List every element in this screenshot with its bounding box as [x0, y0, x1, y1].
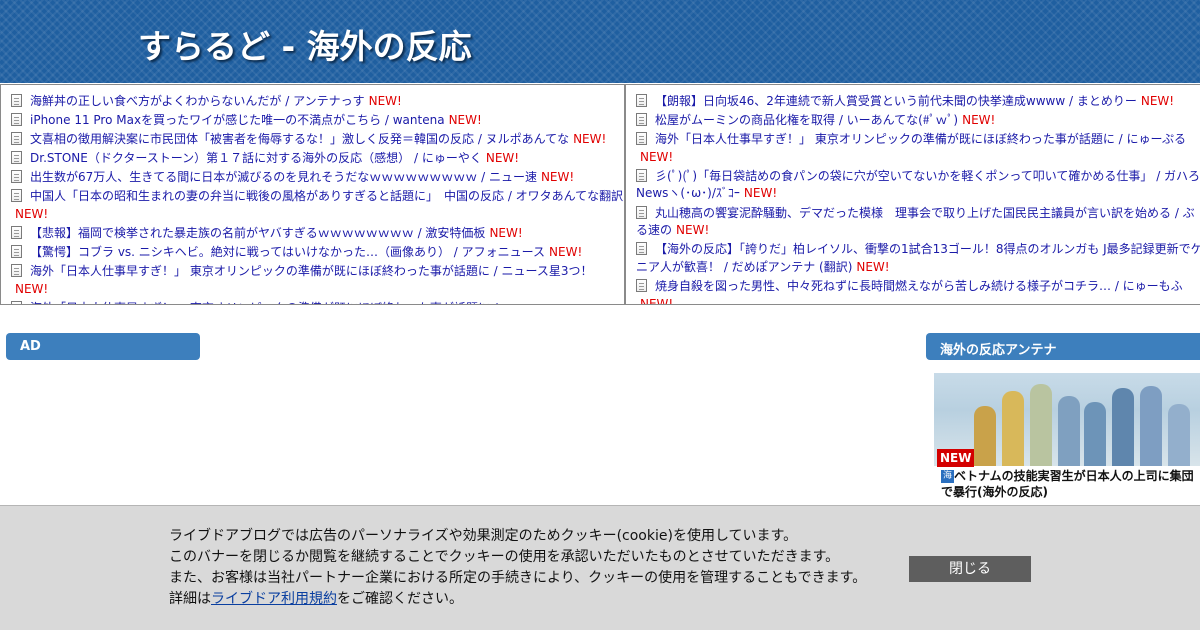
feed-item[interactable]: 海外「日本人仕事早すぎ！」 東京オリンピックの準備が既にほぼ終わった事が話題に …	[11, 263, 624, 298]
document-icon	[11, 226, 22, 240]
new-label: NEW!	[540, 170, 575, 185]
cookie-line-2: このバナーを閉じるか閲覧を継続することでクッキーの使用を承認いただいたものとさせ…	[169, 549, 840, 565]
cookie-banner: ライブドアブログでは広告のパーソナライズや効果測定のためクッキー(cookie)…	[0, 505, 1200, 630]
document-icon	[11, 264, 22, 278]
feed-item-title[interactable]: 海鮮丼の正しい食べ方がよくわからないんだが / アンテナっす	[30, 94, 365, 108]
feed-item[interactable]: 焼身自殺を図った男性、中々死ねずに長時間燃えながら苦しみ続ける様子がコチラ… /…	[636, 278, 1200, 305]
new-label: NEW!	[573, 132, 607, 147]
feed-item[interactable]: iPhone 11 Pro Maxを買ったワイが感じた唯一の不満点がこちら / …	[11, 112, 624, 130]
site-header: すらるど - 海外の反応	[0, 0, 1200, 83]
feed-item-title[interactable]: Dr.STONE（ドクターストーン）第１７話に対する海外の反応（感想） / にゅ…	[30, 151, 482, 165]
document-icon	[11, 170, 22, 184]
feed-item-title[interactable]: 焼身自殺を図った男性、中々死ねずに長時間燃えながら苦しみ続ける様子がコチラ… /…	[655, 279, 1183, 293]
new-label: NEW!	[485, 151, 520, 166]
document-icon	[636, 242, 647, 256]
document-icon	[11, 94, 22, 107]
feed-item[interactable]: 丸山穂高の饗宴泥酔騒動、デマだった模様 理事会で取り上げた国民民主議員が言い訳を…	[636, 205, 1200, 240]
document-icon	[11, 189, 22, 203]
new-label: NEW!	[15, 281, 49, 296]
new-label: NEW!	[856, 259, 890, 274]
new-badge: NEW	[937, 449, 975, 467]
new-label: NEW!	[640, 296, 674, 305]
feed-list-left: 海鮮丼の正しい食べ方がよくわからないんだが / アンテナっす NEW! iPhone…	[11, 93, 624, 304]
document-icon	[11, 301, 22, 304]
feed-item[interactable]: 松屋がムーミンの商品化権を取得 / いーあんてな(#ﾟｗﾟ) NEW!	[636, 112, 1200, 130]
new-label: NEW!	[640, 149, 674, 164]
feed-item[interactable]: 【海外の反応】「誇りだ」柏レイソル、衝撃の1試合13ゴール！8得点のオルンガも …	[636, 241, 1200, 276]
feed-item[interactable]: 出生数が67万人、生きてる間に日本が滅びるのを見れそうだなｗｗｗｗｗｗｗｗｗ /…	[11, 169, 624, 187]
feed-list-right: 【朗報】日向坂46、2年連続で新人賞受賞という前代未聞の快挙達成wwww / ま…	[636, 93, 1200, 305]
new-label: NEW!	[676, 223, 710, 238]
new-label: NEW!	[15, 207, 49, 222]
feed-panel-left: 海鮮丼の正しい食べ方がよくわからないんだが / アンテナっす NEW! iPhone…	[0, 84, 625, 305]
cookie-detail-prefix: 詳細は	[169, 591, 211, 607]
feed-panel-right: 【朗報】日向坂46、2年連続で新人賞受賞という前代未聞の快挙達成wwww / ま…	[625, 84, 1200, 305]
feed-item-title[interactable]: 海外「日本人仕事早すぎ！」 東京オリンピックの準備が既にほぼ終わった事が話題に …	[655, 132, 1186, 146]
new-label: NEW!	[743, 186, 778, 201]
feed-item-title[interactable]: 【朗報】日向坂46、2年連続で新人賞受賞という前代未聞の快挙達成wwww / ま…	[655, 94, 1137, 108]
feed-item-title[interactable]: 【海外の反応】「誇りだ」柏レイソル、衝撃の1試合13ゴール！8得点のオルンガも …	[636, 242, 1200, 274]
feed-item[interactable]: 【驚愕】コブラ vs. ニシキヘビ。絶対に戦ってはいけなかった…（画像あり） /…	[11, 244, 624, 262]
feed-item[interactable]: 海外「日本人仕事早すぎ！」 東京オリンピックの準備が既にほぼ終わった事が話題に …	[636, 131, 1200, 166]
document-icon	[11, 132, 22, 146]
feed-item[interactable]: 彡(ﾟ)(ﾟ)「毎日袋詰めの食パンの袋に穴が空いてないかを軽くポンって叩いて確か…	[636, 168, 1200, 203]
sidebar-article-title[interactable]: ベトナムの技能実習生が日本人の上司に集団で暴行(海外の反応)	[941, 468, 1200, 500]
feed-item-title[interactable]: 文喜相の徴用解決案に市民団体「被害者を侮辱するな！」激しく反発＝韓国の反応 / …	[30, 132, 569, 146]
cookie-line-3: また、お客様は当社パートナー企業における所定の手続きにより、クッキーの使用を管理…	[169, 570, 867, 586]
new-label: NEW!	[962, 113, 996, 128]
feed-item-title[interactable]: 彡(ﾟ)(ﾟ)「毎日袋詰めの食パンの袋に穴が空いてないかを軽くポンって叩いて確か…	[636, 169, 1200, 201]
feed-item[interactable]: 【朗報】日向坂46、2年連続で新人賞受賞という前代未聞の快挙達成wwww / ま…	[636, 93, 1200, 111]
new-label: NEW!	[368, 94, 402, 108]
feed-item-title[interactable]: 【悲報】福岡で検挙された暴走族の名前がヤバすぎるｗｗｗｗｗｗｗｗ / 激安特価板	[30, 226, 485, 240]
feed-item-title[interactable]: iPhone 11 Pro Maxを買ったワイが感じた唯一の不満点がこちら / …	[30, 113, 445, 127]
document-icon	[636, 205, 647, 219]
site-icon: 海	[941, 470, 954, 483]
close-button[interactable]: 閉じる	[909, 556, 1031, 582]
document-icon	[636, 94, 647, 107]
antenna-header: 海外の反応アンテナ	[926, 333, 1200, 360]
feed-item[interactable]: Dr.STONE（ドクターストーン）第１７話に対する海外の反応（感想） / にゅ…	[11, 150, 624, 168]
site-title[interactable]: すらるど - 海外の反応	[138, 20, 472, 68]
cookie-text: ライブドアブログでは広告のパーソナライズや効果測定のためクッキー(cookie)…	[169, 526, 866, 610]
feed-item[interactable]: 海鮮丼の正しい食べ方がよくわからないんだが / アンテナっす NEW!	[11, 93, 624, 111]
feed-item-title[interactable]: 【驚愕】コブラ vs. ニシキヘビ。絶対に戦ってはいけなかった…（画像あり） /…	[30, 245, 545, 259]
feed-item[interactable]: 海外「日本人仕事早すぎ！」 東京オリンピックの準備が既にほぼ終わった事が話題に …	[11, 300, 624, 304]
cookie-line-1: ライブドアブログでは広告のパーソナライズや効果測定のためクッキー(cookie)…	[169, 528, 798, 544]
terms-link[interactable]: ライブドア利用規約	[211, 591, 337, 607]
feed-item-title[interactable]: 中国人「日本の昭和生まれの妻の弁当に戦後の風格がありすぎると話題に」 中国の反応…	[30, 189, 623, 203]
ad-header: AD	[6, 333, 200, 360]
cookie-line-4: 詳細はライブドア利用規約をご確認ください。	[169, 589, 866, 610]
document-icon	[11, 151, 22, 165]
document-icon	[636, 278, 647, 292]
new-label: NEW!	[549, 245, 583, 260]
feed-item-title[interactable]: 松屋がムーミンの商品化権を取得 / いーあんてな(#ﾟｗﾟ)	[655, 113, 958, 127]
new-label: NEW!	[1140, 94, 1175, 108]
new-label: NEW!	[448, 113, 482, 128]
feed-item-title[interactable]: 出生数が67万人、生きてる間に日本が滅びるのを見れそうだなｗｗｗｗｗｗｗｗｗ /…	[30, 170, 537, 184]
feed-item[interactable]: 文喜相の徴用解決案に市民団体「被害者を侮辱するな！」激しく反発＝韓国の反応 / …	[11, 131, 624, 149]
feed-item-title[interactable]: 丸山穂高の饗宴泥酔騒動、デマだった模様 理事会で取り上げた国民民主議員が言い訳を…	[636, 206, 1195, 238]
feed-item-title[interactable]: 海外「日本人仕事早すぎ！」 東京オリンピックの準備が既にほぼ終わった事が話題に …	[30, 264, 593, 278]
feed-item[interactable]: 中国人「日本の昭和生まれの妻の弁当に戦後の風格がありすぎると話題に」 中国の反応…	[11, 188, 624, 223]
document-icon	[11, 245, 22, 259]
cookie-detail-suffix: をご確認ください。	[337, 591, 463, 607]
feed-item[interactable]: 【悲報】福岡で検挙された暴走族の名前がヤバすぎるｗｗｗｗｗｗｗｗ / 激安特価板…	[11, 225, 624, 243]
document-icon	[636, 168, 647, 182]
document-icon	[636, 113, 647, 127]
document-icon	[11, 113, 22, 127]
document-icon	[636, 132, 647, 146]
feed-item-title[interactable]: 海外「日本人仕事早すぎ！」 東京オリンピックの準備が既にほぼ終わった事が話題に …	[30, 301, 498, 304]
new-label: NEW!	[489, 226, 523, 241]
